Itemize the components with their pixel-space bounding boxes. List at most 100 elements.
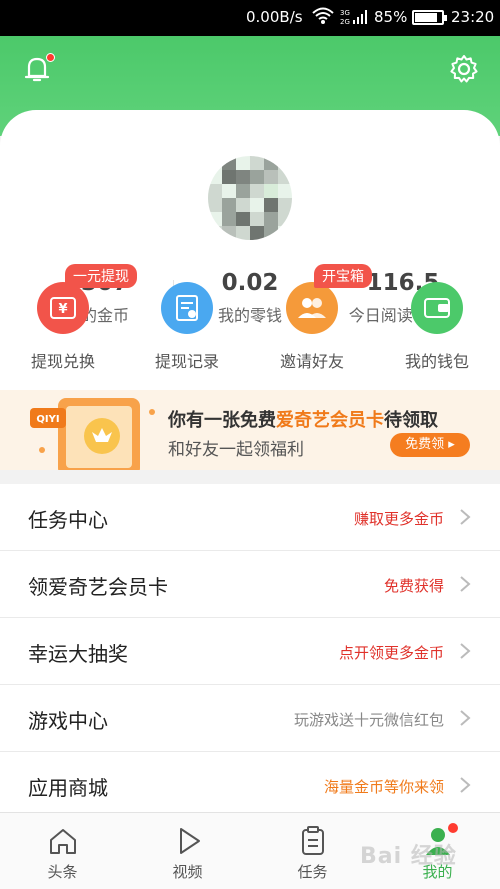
quick-label: 提现记录	[154, 352, 219, 371]
battery-percent: 85%	[374, 8, 408, 26]
avatar-pixel	[208, 198, 222, 212]
menu-hint: 点开领更多金币	[338, 644, 444, 662]
menu-app-store[interactable]: 应用商城 海量金币等你来领	[0, 752, 500, 819]
play-icon	[180, 828, 200, 854]
avatar-pixel	[264, 170, 278, 184]
wallet-icon	[411, 282, 463, 334]
menu-title: 应用商城	[28, 776, 108, 800]
home-icon	[50, 829, 76, 854]
chevron-right-icon	[460, 643, 471, 659]
tab-tasks[interactable]: 任务	[250, 813, 375, 889]
avatar-pixel	[208, 212, 222, 226]
status-bar: 0.00B/s 3G 2G 85% 23:20	[0, 0, 500, 36]
avatar-pixel	[278, 198, 292, 212]
avatar-pixel	[222, 226, 236, 240]
avatar-pixel	[250, 184, 264, 198]
avatar-pixel	[222, 212, 236, 226]
menu-title: 幸运大抽奖	[28, 642, 128, 666]
banner-title-suffix: 待领取	[384, 410, 438, 431]
notification-dot	[46, 53, 55, 62]
quick-actions: ¥ 提现兑换 一元提现 提现记录 邀请好友 开宝箱 我的钱包	[0, 264, 500, 374]
avatar-pixel	[278, 184, 292, 198]
avatar-pixel	[250, 170, 264, 184]
menu-hint: 免费获得	[383, 577, 444, 595]
svg-text:¥: ¥	[58, 302, 67, 317]
avatar-pixel	[236, 156, 250, 170]
signal-icon: 3G 2G	[340, 7, 368, 31]
avatar-pixel	[278, 226, 292, 240]
banner-subtitle: 和好友一起领福利	[168, 440, 304, 460]
menu-hint: 赚取更多金币	[353, 510, 444, 528]
tab-headlines[interactable]: 头条	[0, 813, 125, 889]
avatar-pixel	[222, 170, 236, 184]
chevron-right-icon	[460, 509, 471, 525]
clock: 23:20	[451, 8, 495, 26]
quick-records[interactable]: 提现记录	[132, 264, 242, 372]
record-icon	[161, 282, 213, 334]
avatar-pixel	[250, 212, 264, 226]
menu-game-center[interactable]: 游戏中心 玩游戏送十元微信红包	[0, 685, 500, 752]
task-icon	[302, 826, 324, 855]
avatar-pixel	[208, 184, 222, 198]
avatar-pixel	[264, 184, 278, 198]
tab-label: 头条	[47, 863, 78, 881]
avatar-pixel	[208, 170, 222, 184]
quick-label: 提现兑换	[30, 352, 95, 371]
chevron-right-icon	[460, 777, 471, 793]
menu-list: 任务中心 赚取更多金币 领爱奇艺会员卡 免费获得 幸运大抽奖 点开领更多金币 游…	[0, 484, 500, 819]
banner-title: 你有一张免费爱奇艺会员卡待领取	[168, 406, 438, 432]
avatar-pixel	[278, 170, 292, 184]
menu-lucky-draw[interactable]: 幸运大抽奖 点开领更多金币	[0, 618, 500, 685]
avatar-pixel	[278, 156, 292, 170]
quick-invite[interactable]: 邀请好友 开宝箱	[257, 264, 372, 372]
gear-icon[interactable]	[448, 53, 480, 85]
avatar-pixel	[250, 156, 264, 170]
badge: 一元提现	[65, 264, 137, 288]
avatar-pixel	[236, 212, 250, 226]
avatar-pixel	[222, 156, 236, 170]
menu-hint: 玩游戏送十元微信红包	[293, 711, 444, 729]
menu-hint: 海量金币等你来领	[323, 778, 444, 796]
yen-icon: ¥	[37, 282, 89, 334]
menu-title: 领爱奇艺会员卡	[28, 575, 168, 599]
banner-title-highlight: 爱奇艺会员卡	[276, 410, 384, 431]
avatar-pixel	[264, 212, 278, 226]
watermark: Bai 经验	[360, 844, 457, 869]
tab-label: 视频	[172, 863, 203, 881]
quick-wallet[interactable]: 我的钱包	[382, 264, 492, 372]
avatar-pixel	[236, 226, 250, 240]
avatar-pixel	[222, 184, 236, 198]
qiyi-logo-text: QIYI	[36, 414, 59, 425]
promo-banner[interactable]: QIYI 你有一张免费爱奇艺会员卡待领取 和好友一起领福利 免费领 ▸	[0, 390, 500, 470]
svg-text:2G: 2G	[340, 18, 350, 26]
avatar-pixel	[264, 226, 278, 240]
network-speed: 0.00B/s	[246, 8, 303, 26]
svg-text:3G: 3G	[340, 9, 350, 17]
avatar[interactable]	[208, 156, 292, 240]
menu-vip-card[interactable]: 领爱奇艺会员卡 免费获得	[0, 551, 500, 618]
tab-video[interactable]: 视频	[125, 813, 250, 889]
avatar-pixel	[208, 156, 222, 170]
menu-task-center[interactable]: 任务中心 赚取更多金币	[0, 484, 500, 551]
avatar-pixel	[264, 198, 278, 212]
avatar-pixel	[278, 212, 292, 226]
carousel-dots	[230, 461, 286, 470]
wifi-icon	[312, 6, 334, 30]
free-claim-button[interactable]: 免费领 ▸	[390, 433, 470, 457]
avatar-pixel	[236, 184, 250, 198]
quick-label: 我的钱包	[404, 352, 469, 371]
avatar-pixel	[264, 156, 278, 170]
avatar-pixel	[250, 226, 264, 240]
tab-notification-dot	[448, 823, 458, 833]
battery-icon	[412, 10, 447, 25]
quick-withdraw[interactable]: ¥ 提现兑换 一元提现	[8, 264, 137, 372]
avatar-pixel	[222, 198, 236, 212]
avatar-pixel	[236, 170, 250, 184]
menu-title: 游戏中心	[28, 709, 108, 733]
menu-title: 任务中心	[28, 508, 108, 532]
chevron-right-icon	[460, 576, 471, 592]
avatar-pixel	[236, 198, 250, 212]
quick-label: 邀请好友	[279, 352, 344, 371]
avatar-pixel	[208, 226, 222, 240]
banner-title-prefix: 你有一张免费	[168, 410, 276, 431]
